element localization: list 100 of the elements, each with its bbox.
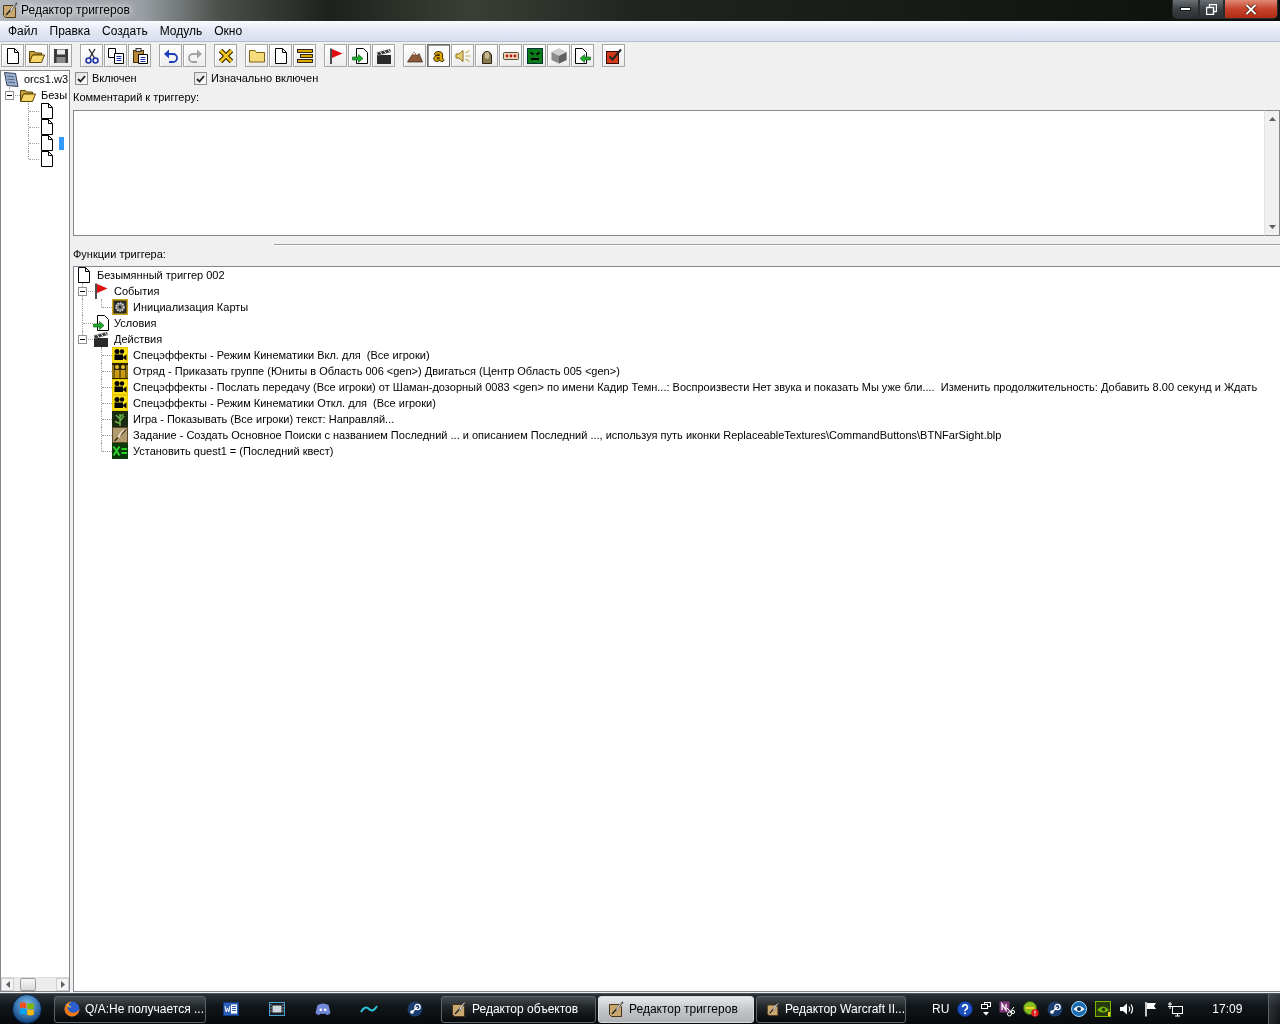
tree-item[interactable]: [39, 135, 64, 151]
toolbar-button[interactable]: [547, 44, 570, 67]
tree-item[interactable]: Спецэффекты - Режим Кинематики Откл. для (Все игроки): [132, 396, 437, 410]
horizontal-scrollbar[interactable]: [1, 977, 69, 991]
restore-button[interactable]: [1199, 0, 1224, 19]
document-arrow-icon: [351, 47, 368, 64]
stacked-bars-icon: [296, 47, 313, 64]
menu-item[interactable]: Правка: [43, 21, 97, 41]
document-icon: [6, 47, 19, 64]
game-controller-icon: [315, 1001, 331, 1017]
document-icon: [41, 119, 53, 135]
redo-arrow-icon: [186, 47, 203, 64]
checkbox[interactable]: [194, 72, 207, 85]
cube-icon: [550, 47, 567, 64]
speaker-icon: [454, 47, 471, 64]
minimize-button[interactable]: [1172, 0, 1199, 19]
document-icon: [41, 103, 53, 119]
copy-button[interactable]: [104, 44, 127, 67]
taskbar-button[interactable]: Редактор триггеров: [598, 995, 754, 1023]
map-scroll-icon: [3, 71, 19, 87]
show-desktop-button[interactable]: [1268, 994, 1280, 1024]
tree-item[interactable]: Отряд - Приказать группе (Юниты в Область 006 <gen>) Двигаться (Центр Область 005 <gen>): [132, 364, 621, 378]
tree-item[interactable]: События: [113, 284, 161, 298]
tree-item[interactable]: Безы: [40, 88, 69, 102]
movie-camera-icon: [112, 347, 128, 363]
new-button[interactable]: [1, 44, 24, 67]
scissors-icon: [83, 47, 100, 64]
tree-toggle[interactable]: [78, 287, 87, 296]
right-arrow-icon: [60, 981, 65, 988]
globe-icon: [64, 1001, 80, 1017]
help-icon: [957, 1001, 974, 1017]
scroll-quill-icon: [766, 1001, 781, 1017]
toolbar-button[interactable]: [475, 44, 498, 67]
checkbox-label: Включен: [92, 72, 137, 85]
x-mark-icon: [217, 47, 234, 64]
document-icon: [41, 135, 53, 151]
copy-icon: [107, 47, 124, 64]
toolbar-button[interactable]: [348, 44, 371, 67]
tree-item[interactable]: Действия: [113, 332, 164, 346]
toolbar-button[interactable]: [372, 44, 395, 67]
menu-item[interactable]: Файл: [2, 21, 44, 41]
vertical-scrollbar[interactable]: [1264, 110, 1280, 236]
checkbox[interactable]: [75, 72, 88, 85]
tree-item[interactable]: Спецэффекты - Режим Кинематики Вкл. для (Все игроки): [132, 348, 431, 362]
eye-swirl-tile-icon: [1095, 1001, 1112, 1017]
film-frame-icon: [269, 1001, 285, 1017]
tree-item[interactable]: Задание - Создать Основное Поиски с названием Последний ... и описанием Последний ..., используя путь иконки ReplaceableTextures\CommandButtons\BTNFarSight.blp: [132, 428, 1003, 442]
tree-item[interactable]: Спецэффекты - Послать передачу (Все игроки) от Шаман-дозорный 0083 <gen> по имени Кадир Темн...: Воспроизвести Нет звука и показать Мы уже бли.... Изменить продолжительность: Добавить 8.00 секунд и Ждать: [132, 380, 1259, 394]
tree-toggle[interactable]: [5, 91, 14, 100]
document-arrow-icon: [574, 47, 591, 64]
check-mark-icon: [196, 74, 205, 83]
toolbar-button[interactable]: [602, 44, 625, 67]
close-icon: [1245, 3, 1257, 15]
tree-toggle[interactable]: [78, 335, 87, 344]
toolbar-button[interactable]: [571, 44, 594, 67]
toolbar-button[interactable]: [324, 44, 347, 67]
checkbox-label: Изначально включен: [211, 72, 319, 85]
gear-icon: [112, 299, 128, 315]
toolbar-button[interactable]: [269, 44, 292, 67]
paste-button[interactable]: [128, 44, 151, 67]
toolbar-button[interactable]: [523, 44, 546, 67]
clock[interactable]: 17:09: [1212, 1002, 1243, 1016]
taskbar-button[interactable]: Q/A:Не получается ...: [54, 995, 206, 1023]
tree-item[interactable]: Безымянный триггер 002: [96, 268, 226, 282]
comment-field[interactable]: [73, 110, 1264, 236]
tree-item[interactable]: Установить quest1 = (Последний квест): [132, 444, 335, 458]
language-indicator[interactable]: RU: [932, 1002, 950, 1016]
tree-item[interactable]: Инициализация Карты: [132, 300, 250, 314]
letter-document-icon: [223, 1001, 239, 1017]
toolbar-button[interactable]: [403, 44, 426, 67]
down-arrow-icon: [1268, 225, 1276, 229]
menu-item[interactable]: Создать: [96, 21, 154, 41]
alert-badge-icon: [1023, 1001, 1040, 1017]
scrollbar-thumb[interactable]: [20, 978, 36, 991]
cut-button[interactable]: [80, 44, 103, 67]
eye-ring-icon: [1071, 1001, 1088, 1017]
taskbar-button[interactable]: Редактор Warcraft II...: [756, 995, 906, 1023]
toolbar-button[interactable]: [293, 44, 316, 67]
scroll-quill-icon: [608, 1001, 624, 1017]
plant-icon: [112, 411, 128, 427]
note-scissors-icon: [999, 1001, 1016, 1017]
field-label: Комментарий к триггеру:: [73, 91, 199, 104]
menu-item[interactable]: Модуль: [153, 21, 209, 41]
save-button[interactable]: [49, 44, 72, 67]
key-circle-icon: [407, 1001, 423, 1017]
tree-item[interactable]: orcs1.w3: [23, 72, 70, 86]
undo-button[interactable]: [159, 44, 182, 67]
taskbar-button[interactable]: Редактор объектов: [441, 995, 596, 1023]
open-button[interactable]: [25, 44, 48, 67]
close-button[interactable]: [1224, 0, 1278, 19]
toolbar-button[interactable]: [214, 44, 237, 67]
menu-item[interactable]: Окно: [208, 21, 249, 41]
document-icon: [41, 151, 53, 167]
figures-icon: [112, 363, 128, 379]
tree-item[interactable]: Условия: [113, 316, 158, 330]
toolbar-button[interactable]: [499, 44, 522, 67]
clipboard-icon: [131, 47, 148, 64]
tree-item[interactable]: Игра - Показывать (Все игроки) текст: Направляй...: [132, 412, 396, 426]
section-label: Функции триггера:: [73, 248, 166, 260]
document-arrow-icon: [93, 315, 109, 331]
